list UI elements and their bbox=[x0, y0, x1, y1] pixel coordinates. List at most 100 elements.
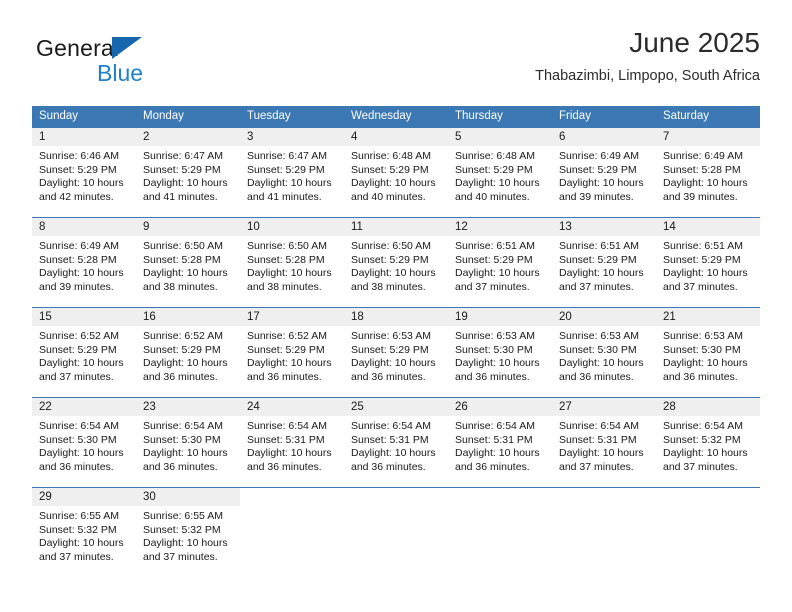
daylight-text-line1: Daylight: 10 hours bbox=[351, 447, 436, 460]
day-cell[interactable]: 30 Sunrise: 6:55 AM Sunset: 5:32 PM Dayligh… bbox=[136, 487, 240, 576]
sunset-text: Sunset: 5:30 PM bbox=[39, 433, 117, 446]
day-details: Sunrise: 6:47 AM Sunset: 5:29 PM Daylight:… bbox=[240, 146, 344, 204]
sunset-text: Sunset: 5:28 PM bbox=[39, 253, 117, 266]
weekday-header-thursday: Thursday bbox=[448, 106, 552, 128]
sunset-text: Sunset: 5:32 PM bbox=[663, 433, 741, 446]
day-details: Sunrise: 6:51 AM Sunset: 5:29 PM Daylight:… bbox=[656, 236, 760, 294]
day-number: 9 bbox=[136, 218, 240, 236]
week-row: 22 Sunrise: 6:54 AM Sunset: 5:30 PM Dayligh… bbox=[32, 397, 760, 488]
day-details: Sunrise: 6:50 AM Sunset: 5:28 PM Daylight:… bbox=[240, 236, 344, 294]
day-number: 16 bbox=[136, 308, 240, 326]
sunrise-text: Sunrise: 6:54 AM bbox=[663, 420, 743, 432]
daylight-text-line2: and 36 minutes. bbox=[351, 370, 426, 383]
day-cell[interactable]: 13 Sunrise: 6:51 AM Sunset: 5:29 PM Dayligh… bbox=[552, 217, 656, 308]
day-cell[interactable]: 22 Sunrise: 6:54 AM Sunset: 5:30 PM Dayligh… bbox=[32, 397, 136, 488]
day-cell[interactable]: 16 Sunrise: 6:52 AM Sunset: 5:29 PM Dayligh… bbox=[136, 307, 240, 398]
sunrise-text: Sunrise: 6:54 AM bbox=[247, 420, 327, 432]
day-number: 21 bbox=[656, 308, 760, 326]
week-row: 8 Sunrise: 6:49 AM Sunset: 5:28 PM Daylight… bbox=[32, 217, 760, 308]
day-details: Sunrise: 6:54 AM Sunset: 5:30 PM Daylight:… bbox=[32, 416, 136, 474]
day-cell[interactable]: 21 Sunrise: 6:53 AM Sunset: 5:30 PM Dayligh… bbox=[656, 307, 760, 398]
title-block: June 2025 Thabazimbi, Limpopo, South Afr… bbox=[535, 26, 760, 86]
daylight-text-line2: and 36 minutes. bbox=[559, 370, 634, 383]
day-cell[interactable]: 4 Sunrise: 6:48 AM Sunset: 5:29 PM Daylight… bbox=[344, 127, 448, 218]
logo-text-blue: Blue bbox=[97, 60, 144, 86]
day-details: Sunrise: 6:54 AM Sunset: 5:30 PM Daylight:… bbox=[136, 416, 240, 474]
day-number: 22 bbox=[32, 398, 136, 416]
day-details: Sunrise: 6:48 AM Sunset: 5:29 PM Daylight:… bbox=[344, 146, 448, 204]
daylight-text-line2: and 37 minutes. bbox=[143, 550, 218, 563]
sunrise-text: Sunrise: 6:54 AM bbox=[143, 420, 223, 432]
sunrise-text: Sunrise: 6:52 AM bbox=[247, 330, 327, 342]
day-cell[interactable]: 5 Sunrise: 6:48 AM Sunset: 5:29 PM Daylight… bbox=[448, 127, 552, 218]
sunrise-text: Sunrise: 6:50 AM bbox=[247, 240, 327, 252]
day-number bbox=[448, 488, 552, 506]
day-details: Sunrise: 6:52 AM Sunset: 5:29 PM Daylight:… bbox=[240, 326, 344, 384]
daylight-text-line1: Daylight: 10 hours bbox=[39, 537, 124, 550]
day-cell[interactable]: 6 Sunrise: 6:49 AM Sunset: 5:29 PM Daylight… bbox=[552, 127, 656, 218]
day-number: 28 bbox=[656, 398, 760, 416]
sunset-text: Sunset: 5:29 PM bbox=[559, 163, 637, 176]
daylight-text-line2: and 36 minutes. bbox=[143, 370, 218, 383]
day-number: 1 bbox=[32, 128, 136, 146]
daylight-text-line2: and 37 minutes. bbox=[663, 280, 738, 293]
daylight-text-line2: and 40 minutes. bbox=[455, 190, 530, 203]
day-cell[interactable]: 15 Sunrise: 6:52 AM Sunset: 5:29 PM Dayligh… bbox=[32, 307, 136, 398]
day-details: Sunrise: 6:50 AM Sunset: 5:29 PM Daylight:… bbox=[344, 236, 448, 294]
day-details: Sunrise: 6:52 AM Sunset: 5:29 PM Daylight:… bbox=[136, 326, 240, 384]
day-details: Sunrise: 6:52 AM Sunset: 5:29 PM Daylight:… bbox=[32, 326, 136, 384]
day-cell[interactable]: 8 Sunrise: 6:49 AM Sunset: 5:28 PM Daylight… bbox=[32, 217, 136, 308]
day-number: 17 bbox=[240, 308, 344, 326]
sunset-text: Sunset: 5:31 PM bbox=[455, 433, 533, 446]
day-number: 12 bbox=[448, 218, 552, 236]
day-cell[interactable]: 2 Sunrise: 6:47 AM Sunset: 5:29 PM Daylight… bbox=[136, 127, 240, 218]
sunrise-text: Sunrise: 6:48 AM bbox=[351, 150, 431, 162]
day-cell[interactable]: 9 Sunrise: 6:50 AM Sunset: 5:28 PM Daylight… bbox=[136, 217, 240, 308]
day-number: 25 bbox=[344, 398, 448, 416]
day-cell[interactable]: 23 Sunrise: 6:54 AM Sunset: 5:30 PM Dayligh… bbox=[136, 397, 240, 488]
weekday-header-sunday: Sunday bbox=[32, 106, 136, 128]
day-cell[interactable]: 10 Sunrise: 6:50 AM Sunset: 5:28 PM Dayligh… bbox=[240, 217, 344, 308]
day-cell[interactable]: 25 Sunrise: 6:54 AM Sunset: 5:31 PM Dayligh… bbox=[344, 397, 448, 488]
day-cell[interactable]: 20 Sunrise: 6:53 AM Sunset: 5:30 PM Dayligh… bbox=[552, 307, 656, 398]
day-cell[interactable]: 7 Sunrise: 6:49 AM Sunset: 5:28 PM Daylight… bbox=[656, 127, 760, 218]
daylight-text-line2: and 36 minutes. bbox=[39, 460, 114, 473]
day-number: 14 bbox=[656, 218, 760, 236]
day-cell[interactable]: 29 Sunrise: 6:55 AM Sunset: 5:32 PM Dayligh… bbox=[32, 487, 136, 576]
daylight-text-line1: Daylight: 10 hours bbox=[247, 267, 332, 280]
day-number: 19 bbox=[448, 308, 552, 326]
day-number: 20 bbox=[552, 308, 656, 326]
sunrise-text: Sunrise: 6:53 AM bbox=[559, 330, 639, 342]
sunrise-text: Sunrise: 6:53 AM bbox=[455, 330, 535, 342]
day-number: 13 bbox=[552, 218, 656, 236]
day-details: Sunrise: 6:51 AM Sunset: 5:29 PM Daylight:… bbox=[448, 236, 552, 294]
day-cell[interactable]: 27 Sunrise: 6:54 AM Sunset: 5:31 PM Dayligh… bbox=[552, 397, 656, 488]
day-cell[interactable]: 24 Sunrise: 6:54 AM Sunset: 5:31 PM Dayligh… bbox=[240, 397, 344, 488]
day-cell[interactable]: 11 Sunrise: 6:50 AM Sunset: 5:29 PM Dayligh… bbox=[344, 217, 448, 308]
sunrise-text: Sunrise: 6:52 AM bbox=[39, 330, 119, 342]
day-cell[interactable]: 18 Sunrise: 6:53 AM Sunset: 5:29 PM Dayligh… bbox=[344, 307, 448, 398]
sunset-text: Sunset: 5:29 PM bbox=[351, 343, 429, 356]
day-details: Sunrise: 6:47 AM Sunset: 5:29 PM Daylight:… bbox=[136, 146, 240, 204]
day-cell[interactable]: 1 Sunrise: 6:46 AM Sunset: 5:29 PM Daylight… bbox=[32, 127, 136, 218]
sunset-text: Sunset: 5:29 PM bbox=[143, 343, 221, 356]
day-number bbox=[240, 488, 344, 506]
general-blue-logo[interactable]: General Blue bbox=[36, 34, 206, 90]
day-cell[interactable]: 26 Sunrise: 6:54 AM Sunset: 5:31 PM Dayligh… bbox=[448, 397, 552, 488]
day-cell[interactable]: 17 Sunrise: 6:52 AM Sunset: 5:29 PM Dayligh… bbox=[240, 307, 344, 398]
daylight-text-line1: Daylight: 10 hours bbox=[39, 357, 124, 370]
day-cell[interactable]: 14 Sunrise: 6:51 AM Sunset: 5:29 PM Dayligh… bbox=[656, 217, 760, 308]
day-cell[interactable]: 28 Sunrise: 6:54 AM Sunset: 5:32 PM Dayligh… bbox=[656, 397, 760, 488]
page-header: General Blue June 2025 Thabazimbi, Limpo… bbox=[32, 26, 760, 98]
day-cell[interactable]: 12 Sunrise: 6:51 AM Sunset: 5:29 PM Dayligh… bbox=[448, 217, 552, 308]
day-cell[interactable]: 3 Sunrise: 6:47 AM Sunset: 5:29 PM Daylight… bbox=[240, 127, 344, 218]
daylight-text-line1: Daylight: 10 hours bbox=[455, 447, 540, 460]
day-cell[interactable]: 19 Sunrise: 6:53 AM Sunset: 5:30 PM Dayligh… bbox=[448, 307, 552, 398]
daylight-text-line1: Daylight: 10 hours bbox=[351, 357, 436, 370]
sunset-text: Sunset: 5:30 PM bbox=[663, 343, 741, 356]
daylight-text-line1: Daylight: 10 hours bbox=[455, 357, 540, 370]
sunrise-text: Sunrise: 6:55 AM bbox=[39, 510, 119, 522]
daylight-text-line1: Daylight: 10 hours bbox=[559, 447, 644, 460]
sunrise-text: Sunrise: 6:54 AM bbox=[455, 420, 535, 432]
daylight-text-line2: and 38 minutes. bbox=[351, 280, 426, 293]
